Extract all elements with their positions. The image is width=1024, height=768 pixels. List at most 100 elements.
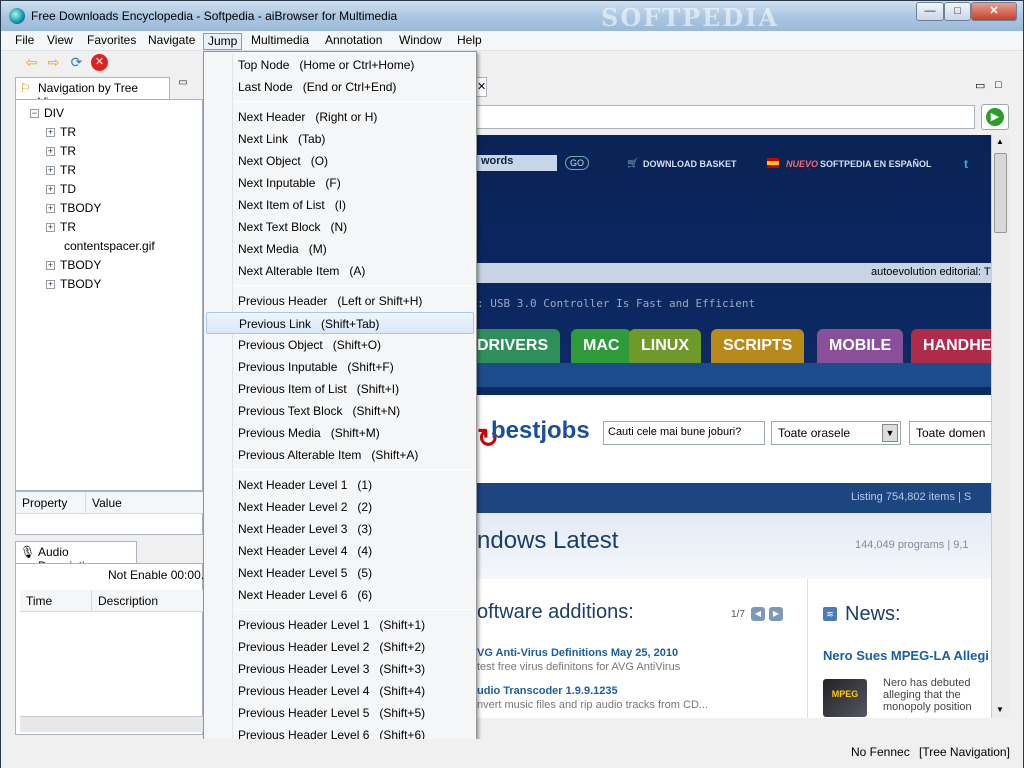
menu-multimedia[interactable]: Multimedia	[247, 33, 313, 50]
tree-node[interactable]: + TBODY	[46, 277, 196, 293]
tree-node-label: DIV	[44, 106, 65, 120]
scrollbar-thumb[interactable]	[994, 153, 1007, 233]
expand-icon[interactable]: +	[46, 185, 55, 194]
jump-menu-item[interactable]: Previous Header Level 2 (Shift+2)	[206, 636, 474, 658]
news-headline[interactable]: Nero Sues MPEG-LA Allegi	[823, 648, 989, 663]
tree-node[interactable]: + TBODY	[46, 201, 196, 217]
go-button[interactable]: ▶	[981, 104, 1009, 130]
expand-icon[interactable]: +	[46, 128, 55, 137]
domain-select[interactable]: Toate domen	[909, 421, 991, 445]
tree-node[interactable]: + TR	[46, 163, 196, 179]
expand-icon[interactable]: +	[46, 166, 55, 175]
tab-tree-view[interactable]: ⚐ Navigation by Tree View	[15, 77, 170, 109]
audio-horizontal-scrollbar[interactable]	[20, 716, 204, 732]
menu-view[interactable]: View	[43, 33, 77, 50]
prev-page-icon[interactable]: ◀	[751, 607, 765, 621]
menu-favorites[interactable]: Favorites	[83, 33, 140, 50]
download-basket-link[interactable]: DOWNLOAD BASKET	[643, 159, 737, 169]
expand-icon[interactable]: +	[46, 204, 55, 213]
category-tab[interactable]: HANDHELD	[911, 329, 991, 363]
jump-menu-item[interactable]: Last Node (End or Ctrl+End)	[206, 76, 474, 98]
menu-jump[interactable]: Jump	[203, 33, 243, 50]
expand-icon[interactable]: +	[46, 261, 55, 270]
browser-tab-close-icon[interactable]: ✕	[477, 77, 487, 97]
tab-audio-description[interactable]: 🎙 Audio Description	[15, 541, 137, 573]
vertical-scrollbar[interactable]: ▲ ▼	[991, 135, 1009, 718]
expand-icon[interactable]: +	[46, 280, 55, 289]
title-bar[interactable]: Free Downloads Encyclopedia - Softpedia …	[1, 1, 1023, 32]
tree-node[interactable]: + TR	[46, 220, 196, 236]
jump-menu-item[interactable]: Next Link (Tab)	[206, 128, 474, 150]
tree-node[interactable]: − DIV	[30, 106, 180, 122]
tree-node[interactable]: + TR	[46, 125, 196, 141]
tree-node[interactable]: contentspacer.gif	[46, 239, 196, 255]
menu-annotation[interactable]: Annotation	[321, 33, 386, 50]
tree-panel-minimize[interactable]: ▭	[177, 78, 189, 89]
next-page-icon[interactable]: ▶	[769, 607, 783, 621]
jump-menu-item[interactable]: Previous Text Block (Shift+N)	[206, 400, 474, 422]
scroll-down-icon[interactable]: ▼	[996, 705, 1004, 714]
scroll-up-icon[interactable]: ▲	[996, 137, 1004, 146]
category-tab[interactable]: MAC	[571, 329, 632, 363]
jump-menu-item[interactable]: Next Text Block (N)	[206, 216, 474, 238]
jump-menu-item[interactable]: Next Header Level 3 (3)	[206, 518, 474, 540]
menu-navigate[interactable]: Navigate	[144, 33, 199, 50]
twitter-icon[interactable]: t	[964, 157, 968, 171]
minimize-button[interactable]: —	[916, 2, 944, 21]
jump-menu-item[interactable]: Previous Item of List (Shift+I)	[206, 378, 474, 400]
jump-menu-item[interactable]: Top Node (Home or Ctrl+Home)	[206, 54, 474, 76]
menu-file[interactable]: File	[11, 33, 38, 50]
jump-menu-item[interactable]: Next Header Level 6 (6)	[206, 584, 474, 606]
category-tab[interactable]: MOBILE	[817, 329, 904, 363]
jump-menu-item[interactable]: Next Alterable Item (A)	[206, 260, 474, 282]
jump-menu-item[interactable]: Next Item of List (I)	[206, 194, 474, 216]
close-button[interactable]: ✕	[971, 2, 1017, 21]
jump-menu-item[interactable]: Next Header (Right or H)	[206, 106, 474, 128]
jump-menu-item[interactable]: Next Header Level 5 (5)	[206, 562, 474, 584]
software-item-title[interactable]: VG Anti-Virus Definitions May 25, 2010	[477, 647, 678, 659]
jump-menu-item[interactable]: Next Object (O)	[206, 150, 474, 172]
espanol-link[interactable]: SOFTPEDIA EN ESPAÑOL	[820, 159, 932, 169]
tree-node[interactable]: + TD	[46, 182, 196, 198]
category-tab[interactable]: SCRIPTS	[711, 329, 805, 363]
jump-menu-item[interactable]: Previous Header Level 3 (Shift+3)	[206, 658, 474, 680]
menu-window[interactable]: Window	[395, 33, 446, 50]
menu-help[interactable]: Help	[453, 33, 486, 50]
browser-minimize-icon[interactable]: ▭	[975, 79, 985, 92]
jump-menu-item[interactable]: Previous Object (Shift+O)	[206, 334, 474, 356]
page-go-button[interactable]: GO	[565, 156, 589, 170]
job-search-input[interactable]: Cauti cele mai bune joburi?	[603, 421, 765, 445]
refresh-icon[interactable]: ⟳	[68, 54, 85, 71]
tree-node[interactable]: + TBODY	[46, 258, 196, 274]
browser-maximize-icon[interactable]: □	[995, 79, 1002, 91]
jump-menu-item[interactable]: Next Media (M)	[206, 238, 474, 260]
jump-menu-item[interactable]: Previous Header Level 5 (Shift+5)	[206, 702, 474, 724]
jump-menu-item[interactable]: Next Header Level 4 (4)	[206, 540, 474, 562]
autoevolution-link[interactable]: autoevolution editorial: T	[871, 266, 991, 278]
city-select[interactable]: Toate orasele ▼	[771, 421, 901, 445]
ticker-text[interactable]: : USB 3.0 Controller Is Fast and Efficie…	[477, 297, 755, 310]
category-tab[interactable]: DRIVERS	[477, 329, 561, 363]
page-search-box[interactable]: words	[477, 155, 557, 171]
category-tab[interactable]: LINUX	[629, 329, 701, 363]
forward-arrow-icon[interactable]: ⇨	[45, 54, 62, 71]
jump-menu-item[interactable]: Previous Header Level 1 (Shift+1)	[206, 614, 474, 636]
jump-menu-item[interactable]: Next Header Level 2 (2)	[206, 496, 474, 518]
jump-menu-item[interactable]: Previous Inputable (Shift+F)	[206, 356, 474, 378]
expand-icon[interactable]: +	[46, 147, 55, 156]
tree-node[interactable]: + TR	[46, 144, 196, 160]
maximize-button[interactable]: □	[944, 2, 971, 21]
collapse-icon[interactable]: −	[30, 109, 39, 118]
jump-menu-item[interactable]: Previous Header (Left or Shift+H)	[206, 290, 474, 312]
jump-menu-item[interactable]: Previous Header Level 4 (Shift+4)	[206, 680, 474, 702]
software-item-title[interactable]: udio Transcoder 1.9.9.1235	[477, 685, 618, 697]
back-arrow-icon[interactable]: ⇦	[23, 54, 40, 71]
jump-menu-item[interactable]: Next Header Level 1 (1)	[206, 474, 474, 496]
jump-menu-item[interactable]: Previous Media (Shift+M)	[206, 422, 474, 444]
jump-menu-item[interactable]: Next Inputable (F)	[206, 172, 474, 194]
jump-menu-item[interactable]: Previous Alterable Item (Shift+A)	[206, 444, 474, 466]
stop-icon[interactable]: ✕	[91, 54, 108, 71]
address-field[interactable]	[477, 105, 975, 129]
expand-icon[interactable]: +	[46, 223, 55, 232]
jump-menu-item[interactable]: Previous Link (Shift+Tab)	[206, 312, 474, 334]
